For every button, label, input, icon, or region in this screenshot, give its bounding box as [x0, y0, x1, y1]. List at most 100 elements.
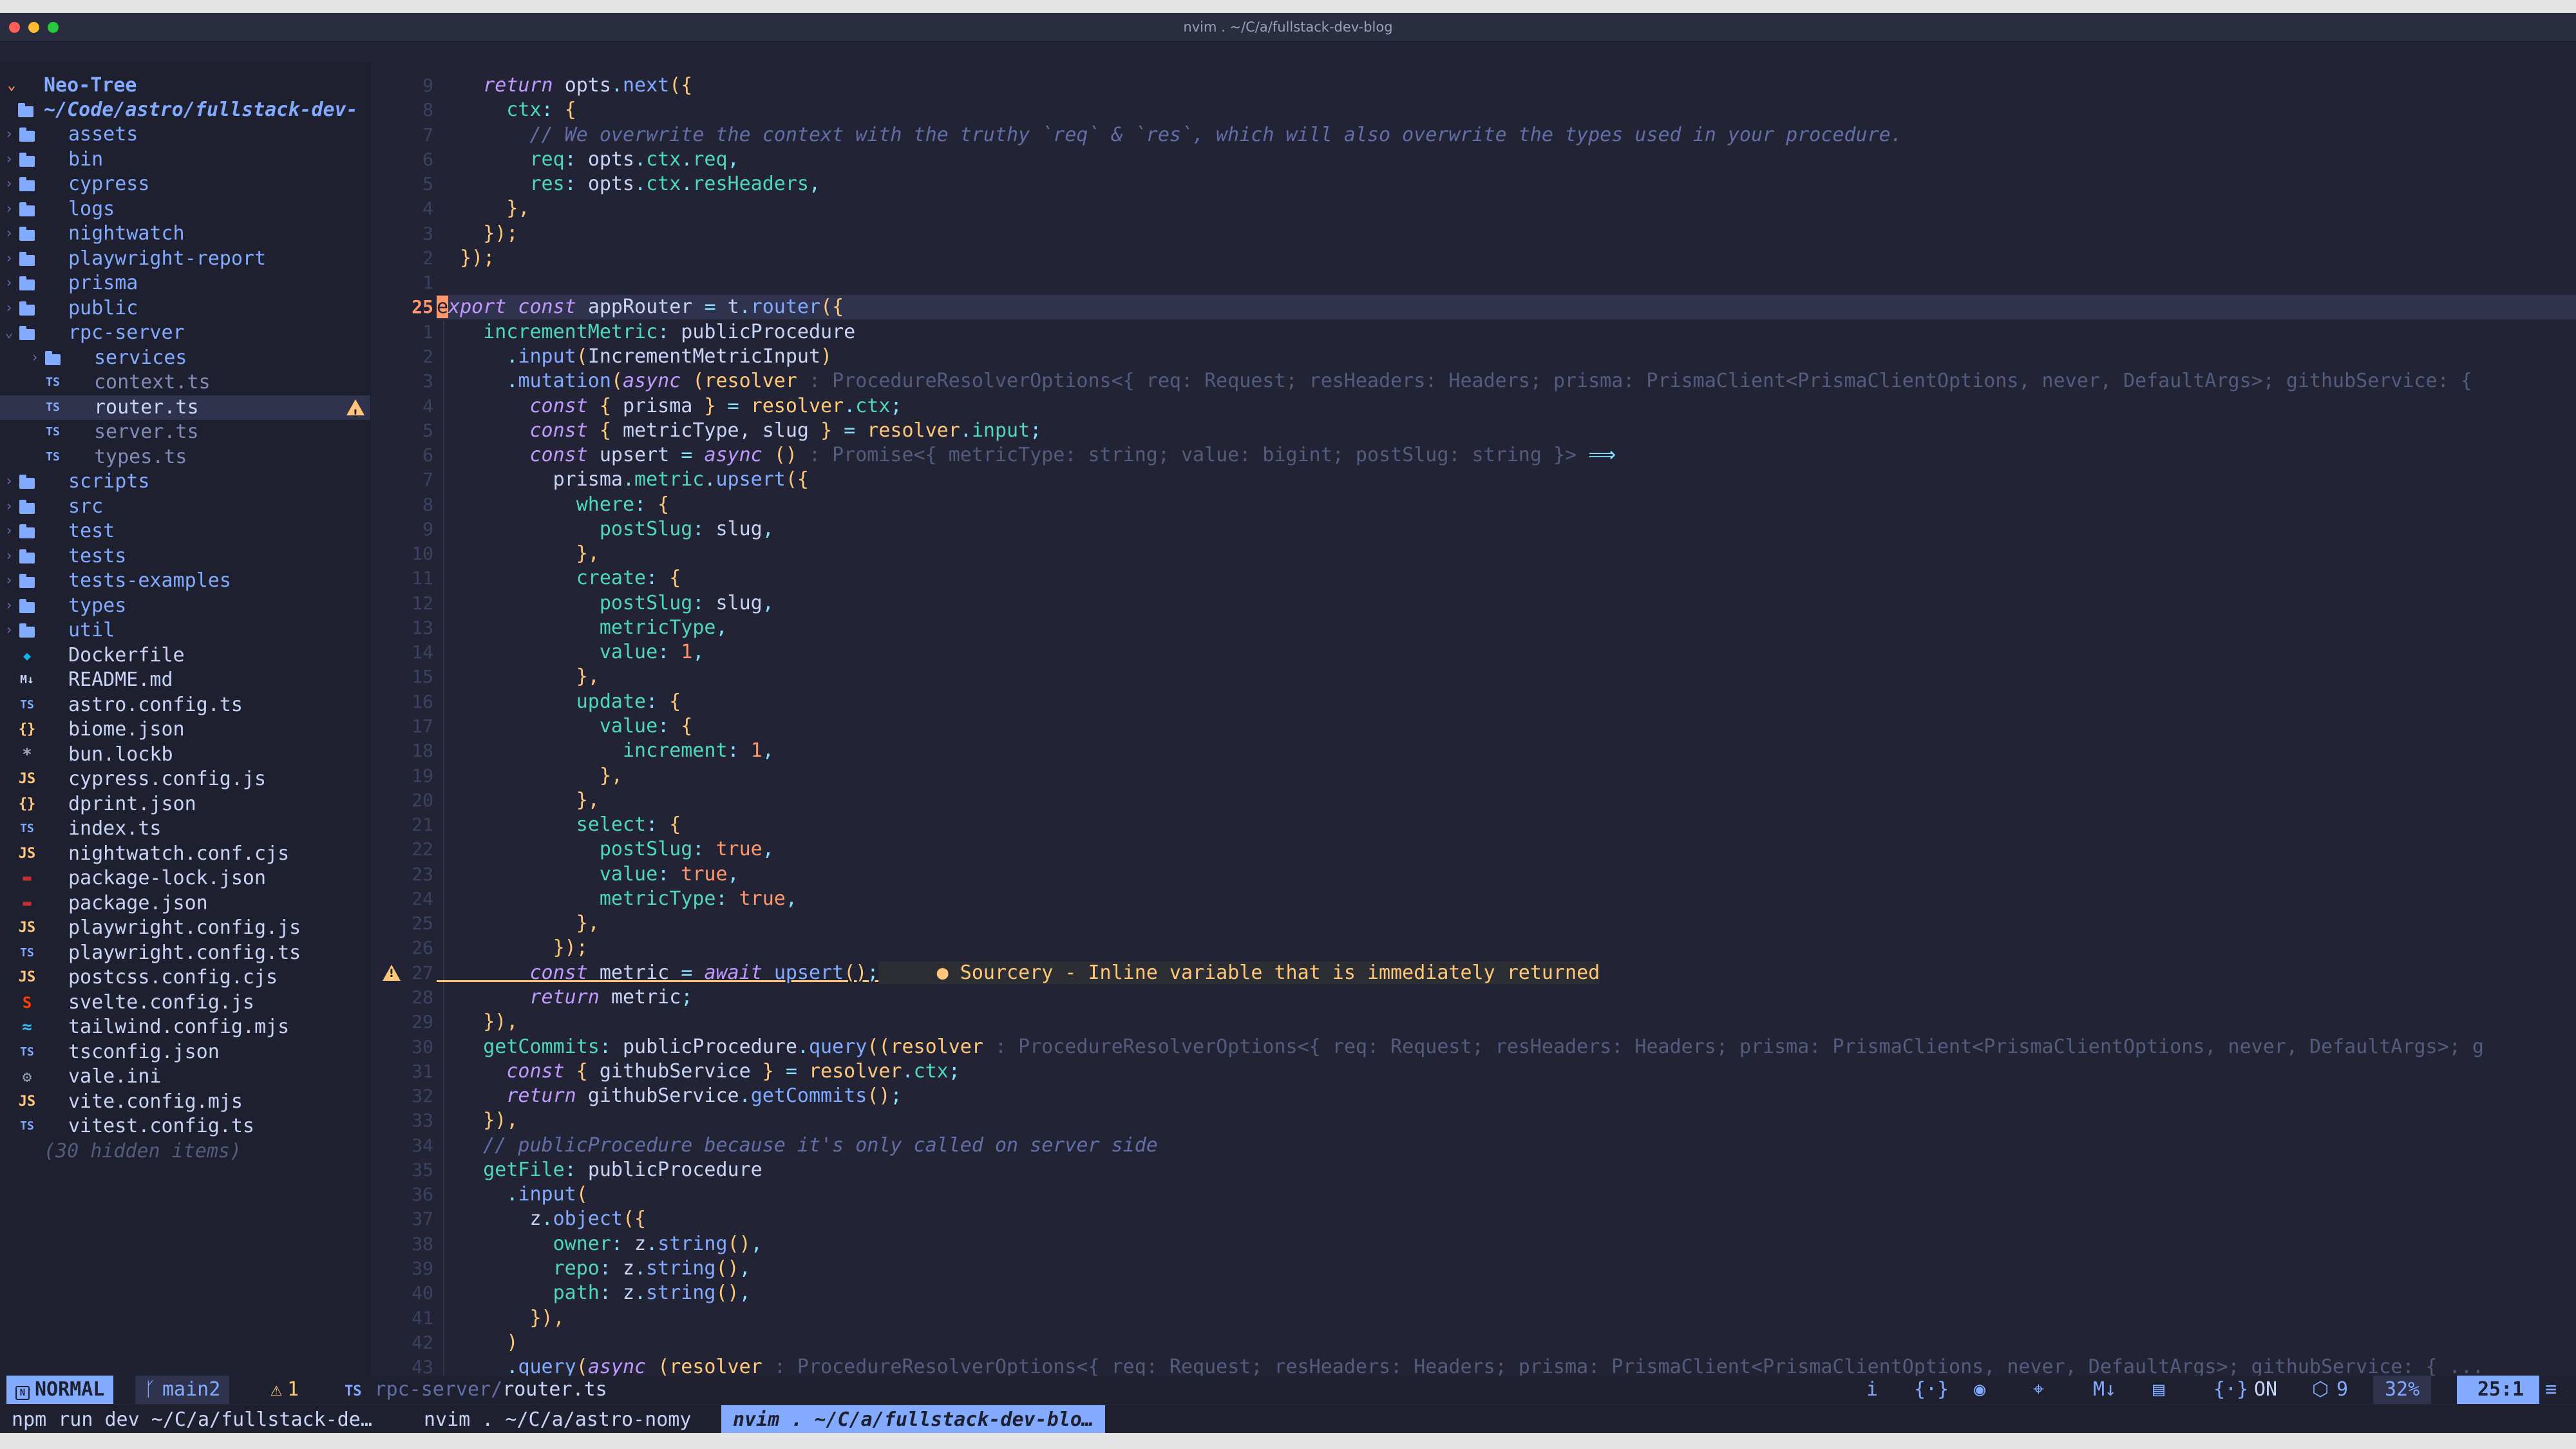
tree-file[interactable]: TS router.ts	[0, 395, 370, 420]
tmux-window-tab[interactable]: nvim . ~/C/a/fullstack-dev-blo…	[721, 1405, 1105, 1433]
tree-folder[interactable]: › logs	[0, 197, 370, 222]
diagnostics-warnings[interactable]: ⚠ 1	[270, 1376, 299, 1404]
tree-folder[interactable]: › util	[0, 618, 370, 643]
code-line[interactable]: select: {	[437, 813, 2576, 837]
code-line[interactable]: postSlug: slug,	[437, 591, 2576, 616]
code-line[interactable]: },	[437, 764, 2576, 788]
tree-file[interactable]: * bun.lockb	[0, 743, 370, 767]
code-line[interactable]: // We overwrite the context with the tru…	[437, 123, 2576, 147]
code-line[interactable]: ctx: {	[437, 98, 2576, 122]
tree-folder[interactable]: › assets	[0, 122, 370, 147]
code-line[interactable]: getCommits: publicProcedure.query((resol…	[437, 1035, 2576, 1059]
tree-file[interactable]: TS playwright.config.ts	[0, 941, 370, 965]
chevron-right-icon[interactable]: ›	[3, 197, 15, 222]
tmux-window-tab[interactable]: npm run dev ~/C/a/fullstack-de…	[0, 1405, 384, 1433]
code-line[interactable]: .input(IncrementMetricInput)	[437, 345, 2576, 369]
tree-folder[interactable]: › bin	[0, 147, 370, 172]
code-line[interactable]: owner: z.string(),	[437, 1232, 2576, 1256]
code-line[interactable]: postSlug: true,	[437, 837, 2576, 862]
tmux-window-tab[interactable]: nvim . ~/C/a/astro-nomy	[412, 1405, 703, 1433]
code-line[interactable]: const upsert = async () : Promise<{ metr…	[437, 443, 2576, 468]
tree-folder[interactable]: › services	[0, 346, 370, 370]
code-line[interactable]: res: opts.ctx.resHeaders,	[437, 172, 2576, 196]
code-line[interactable]: metricType,	[437, 616, 2576, 640]
tree-folder[interactable]: › test	[0, 519, 370, 544]
tree-file[interactable]: TS tsconfig.json	[0, 1040, 370, 1065]
chevron-down-icon[interactable]: ⌄	[3, 321, 15, 345]
code-line[interactable]: )	[437, 1331, 2576, 1355]
chevron-right-icon[interactable]: ›	[3, 147, 15, 172]
tree-file[interactable]: JS playwright.config.js	[0, 916, 370, 940]
code-line[interactable]: }),	[437, 1108, 2576, 1133]
code-area[interactable]: return opts.next({ ctx: { // We overwrit…	[437, 62, 2576, 1380]
chevron-right-icon[interactable]: ›	[28, 346, 41, 370]
code-line[interactable]: increment: 1,	[437, 739, 2576, 763]
code-line[interactable]: incrementMetric: publicProcedure	[437, 320, 2576, 345]
code-line[interactable]: },	[437, 196, 2576, 221]
tree-folder[interactable]: › src	[0, 495, 370, 519]
code-line[interactable]: return metric;	[437, 985, 2576, 1010]
tree-file[interactable]: JS postcss.config.cjs	[0, 965, 370, 990]
code-line[interactable]: req: opts.ctx.req,	[437, 147, 2576, 172]
code-line[interactable]: const { prisma } = resolver.ctx;	[437, 394, 2576, 419]
code-line[interactable]: repo: z.string(),	[437, 1256, 2576, 1281]
code-line[interactable]: },	[437, 911, 2576, 936]
chevron-right-icon[interactable]: ›	[3, 544, 15, 569]
tree-folder[interactable]: › scripts	[0, 469, 370, 494]
code-line[interactable]: },	[437, 788, 2576, 813]
chevron-right-icon[interactable]: ›	[3, 469, 15, 494]
code-line[interactable]	[437, 270, 2576, 295]
tree-file[interactable]: TS context.ts	[0, 370, 370, 395]
code-line[interactable]: const { githubService } = resolver.ctx;	[437, 1059, 2576, 1084]
chevron-right-icon[interactable]: ›	[3, 495, 15, 519]
chevron-right-icon[interactable]: ›	[3, 122, 15, 147]
tree-file[interactable]: JS cypress.config.js	[0, 767, 370, 791]
tree-file[interactable]: {} biome.json	[0, 717, 370, 742]
tree-folder[interactable]: › tests	[0, 544, 370, 569]
chevron-right-icon[interactable]: ›	[3, 247, 15, 271]
chevron-right-icon[interactable]: ›	[3, 296, 15, 321]
code-line[interactable]: value: {	[437, 714, 2576, 739]
tree-file[interactable]: TS types.ts	[0, 445, 370, 469]
code-line[interactable]: getFile: publicProcedure	[437, 1158, 2576, 1182]
tree-file[interactable]: {} dprint.json	[0, 792, 370, 817]
neo-tree-sidebar[interactable]: ⌄ Neo-Tree ~/Code/astro/fullstack-dev- ›…	[0, 62, 371, 1376]
code-line[interactable]: postSlug: slug,	[437, 517, 2576, 542]
chevron-right-icon[interactable]: ›	[3, 271, 15, 296]
chevron-right-icon[interactable]: ›	[3, 222, 15, 246]
tree-folder[interactable]: › prisma	[0, 271, 370, 296]
tree-file[interactable]: M↓ README.md	[0, 668, 370, 692]
code-line[interactable]: path: z.string(),	[437, 1281, 2576, 1305]
code-line[interactable]: value: true,	[437, 862, 2576, 887]
code-line[interactable]: },	[437, 665, 2576, 689]
code-line[interactable]: });	[437, 222, 2576, 246]
tree-file[interactable]: ⚙ vale.ini	[0, 1065, 370, 1089]
tree-file[interactable]: TS index.ts	[0, 817, 370, 841]
code-editor[interactable]: 9 8 7 6 5 4 3 2 1 25 1 2 3 4 5 6 7 8 9 10 11 12 13 14 15 16 17 18 19…	[372, 62, 2576, 1380]
chevron-right-icon[interactable]: ›	[3, 618, 15, 643]
tree-file[interactable]: TS server.ts	[0, 420, 370, 444]
code-line[interactable]: export const appRouter = t.router({	[437, 295, 2576, 320]
code-line[interactable]: const metric = await upsert(); ● Sourcer…	[437, 961, 2576, 985]
code-line[interactable]: return githubService.getCommits();	[437, 1084, 2576, 1108]
tree-file[interactable]: ▬ package.json	[0, 891, 370, 916]
code-line[interactable]: // publicProcedure because it's only cal…	[437, 1133, 2576, 1158]
code-line[interactable]: update: {	[437, 690, 2576, 714]
code-line[interactable]: z.object({	[437, 1207, 2576, 1231]
code-line[interactable]: }),	[437, 1306, 2576, 1331]
code-line[interactable]: },	[437, 542, 2576, 566]
chevron-right-icon[interactable]: ›	[3, 172, 15, 196]
code-line[interactable]: });	[437, 246, 2576, 270]
tree-file[interactable]: ≈ tailwind.config.mjs	[0, 1015, 370, 1039]
code-line[interactable]: });	[437, 936, 2576, 960]
code-line[interactable]: }),	[437, 1010, 2576, 1034]
code-line[interactable]: prisma.metric.upsert({	[437, 468, 2576, 492]
chevron-right-icon[interactable]: ›	[3, 519, 15, 544]
code-line[interactable]: metricType: true,	[437, 887, 2576, 911]
tree-folder[interactable]: › types	[0, 594, 370, 618]
tree-file[interactable]: TS vitest.config.ts	[0, 1114, 370, 1139]
code-line[interactable]: const { metricType, slug } = resolver.in…	[437, 419, 2576, 443]
tree-folder[interactable]: › playwright-report	[0, 247, 370, 271]
tree-file[interactable]: ▬ package-lock.json	[0, 866, 370, 891]
tree-file[interactable]: JS vite.config.mjs	[0, 1090, 370, 1114]
